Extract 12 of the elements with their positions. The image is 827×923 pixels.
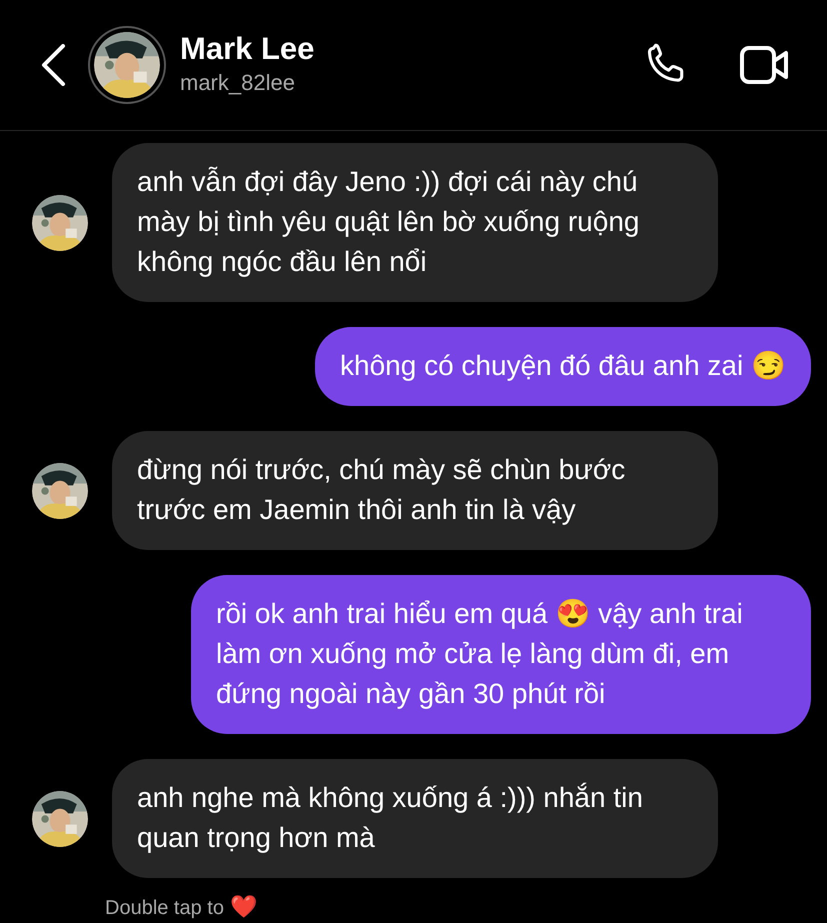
double-tap-hint: Double tap to: [105, 897, 224, 919]
back-icon[interactable]: [40, 44, 66, 86]
contact-username: mark_82lee: [180, 69, 296, 98]
sent-message: không có chuyện đó đâu anh zai 😏: [315, 327, 811, 406]
video-call-icon[interactable]: [739, 45, 789, 85]
contact-name: Mark Lee: [180, 30, 316, 66]
received-message: anh vẫn đợi đây Jeno :)) đợi cái này chú mày bị tình yêu quật lên bờ xuống ruộng không ngóc đầu lên nổi: [112, 143, 718, 302]
received-message: anh nghe mà không xuống á :))) nhắn tin quan trọng hơn mà: [112, 759, 718, 878]
heart-emoji: ❤: [230, 894, 257, 919]
received-message: đừng nói trước, chú mày sẽ chùn bước trước em Jaemin thôi anh tin là vậy: [112, 431, 718, 550]
avatar-ring[interactable]: [88, 26, 166, 104]
sent-message: rồi ok anh trai hiểu em quá 😍 vậy anh trai làm ơn xuống mở cửa lẹ làng dùm đi, em đứng ngoài này gần 30 phút rồi: [191, 575, 811, 734]
